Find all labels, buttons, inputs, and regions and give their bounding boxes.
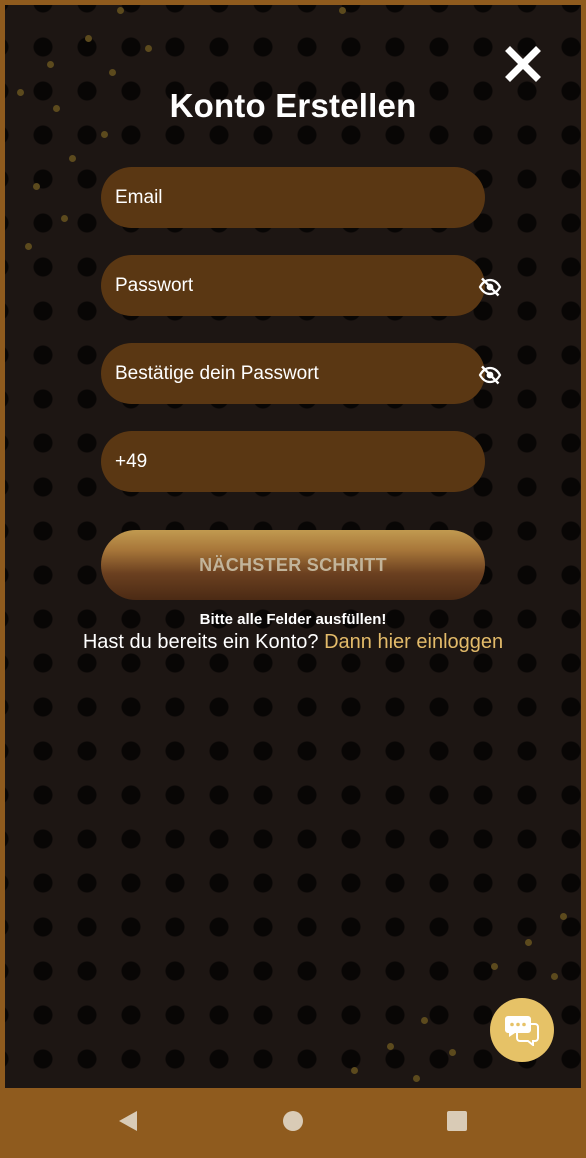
- nav-back-button[interactable]: [117, 1110, 139, 1132]
- password-field[interactable]: Passwort: [101, 255, 485, 316]
- close-button[interactable]: [504, 45, 542, 83]
- sparkle-decoration: [33, 183, 40, 190]
- email-placeholder: Email: [115, 186, 163, 208]
- confirm-password-placeholder: Bestätige dein Passwort: [115, 362, 319, 384]
- sparkle-decoration: [69, 155, 76, 162]
- phone-value: +49: [115, 450, 148, 472]
- eye-off-icon: [478, 277, 502, 297]
- have-account-text: Hast du bereits ein Konto?: [82, 631, 319, 653]
- sparkle-decoration: [339, 7, 346, 14]
- close-icon: [505, 46, 541, 82]
- sparkle-decoration: [145, 45, 152, 52]
- confirm-password-field[interactable]: Bestätige dein Passwort: [101, 343, 485, 404]
- next-step-button[interactable]: NÄCHSTER SCHRITT: [101, 530, 485, 600]
- sparkle-decoration: [85, 35, 92, 42]
- sparkle-decoration: [101, 131, 108, 138]
- phone-field[interactable]: +49: [101, 431, 485, 492]
- sparkle-decoration: [449, 1049, 456, 1056]
- email-field[interactable]: Email: [101, 167, 485, 228]
- next-step-label: NÄCHSTER SCHRITT: [199, 554, 387, 575]
- sparkle-decoration: [421, 1017, 428, 1024]
- sparkle-decoration: [551, 973, 558, 980]
- sparkle-decoration: [491, 963, 498, 970]
- sparkle-decoration: [61, 215, 68, 222]
- sparkle-decoration: [525, 939, 532, 946]
- signup-screen: Konto Erstellen Email Passwort Bestätige…: [5, 5, 581, 1088]
- password-placeholder: Passwort: [115, 274, 194, 296]
- sparkle-decoration: [413, 1075, 420, 1082]
- sparkle-decoration: [117, 7, 124, 14]
- confirm-password-visibility-toggle[interactable]: [478, 363, 502, 387]
- login-link[interactable]: Dann hier einloggen: [324, 631, 503, 653]
- nav-recents-button[interactable]: [447, 1111, 467, 1131]
- sparkle-decoration: [560, 913, 567, 920]
- sparkle-decoration: [351, 1067, 358, 1074]
- nav-home-button[interactable]: [283, 1111, 303, 1131]
- chat-button[interactable]: [490, 998, 554, 1062]
- login-prompt: Hast du bereits ein Konto? Dann hier ein…: [5, 631, 581, 654]
- system-navigation-bar: [0, 1088, 586, 1158]
- eye-off-icon: [478, 365, 502, 385]
- sparkle-decoration: [109, 69, 116, 76]
- form-hint: Bitte alle Felder ausfüllen!: [199, 611, 387, 628]
- triangle-back-icon: [119, 1111, 137, 1131]
- chat-bubbles-icon: [505, 1016, 539, 1046]
- sparkle-decoration: [25, 243, 32, 250]
- page-title: Konto Erstellen: [169, 87, 417, 124]
- password-visibility-toggle[interactable]: [478, 275, 502, 299]
- sparkle-decoration: [47, 61, 54, 68]
- sparkle-decoration: [387, 1043, 394, 1050]
